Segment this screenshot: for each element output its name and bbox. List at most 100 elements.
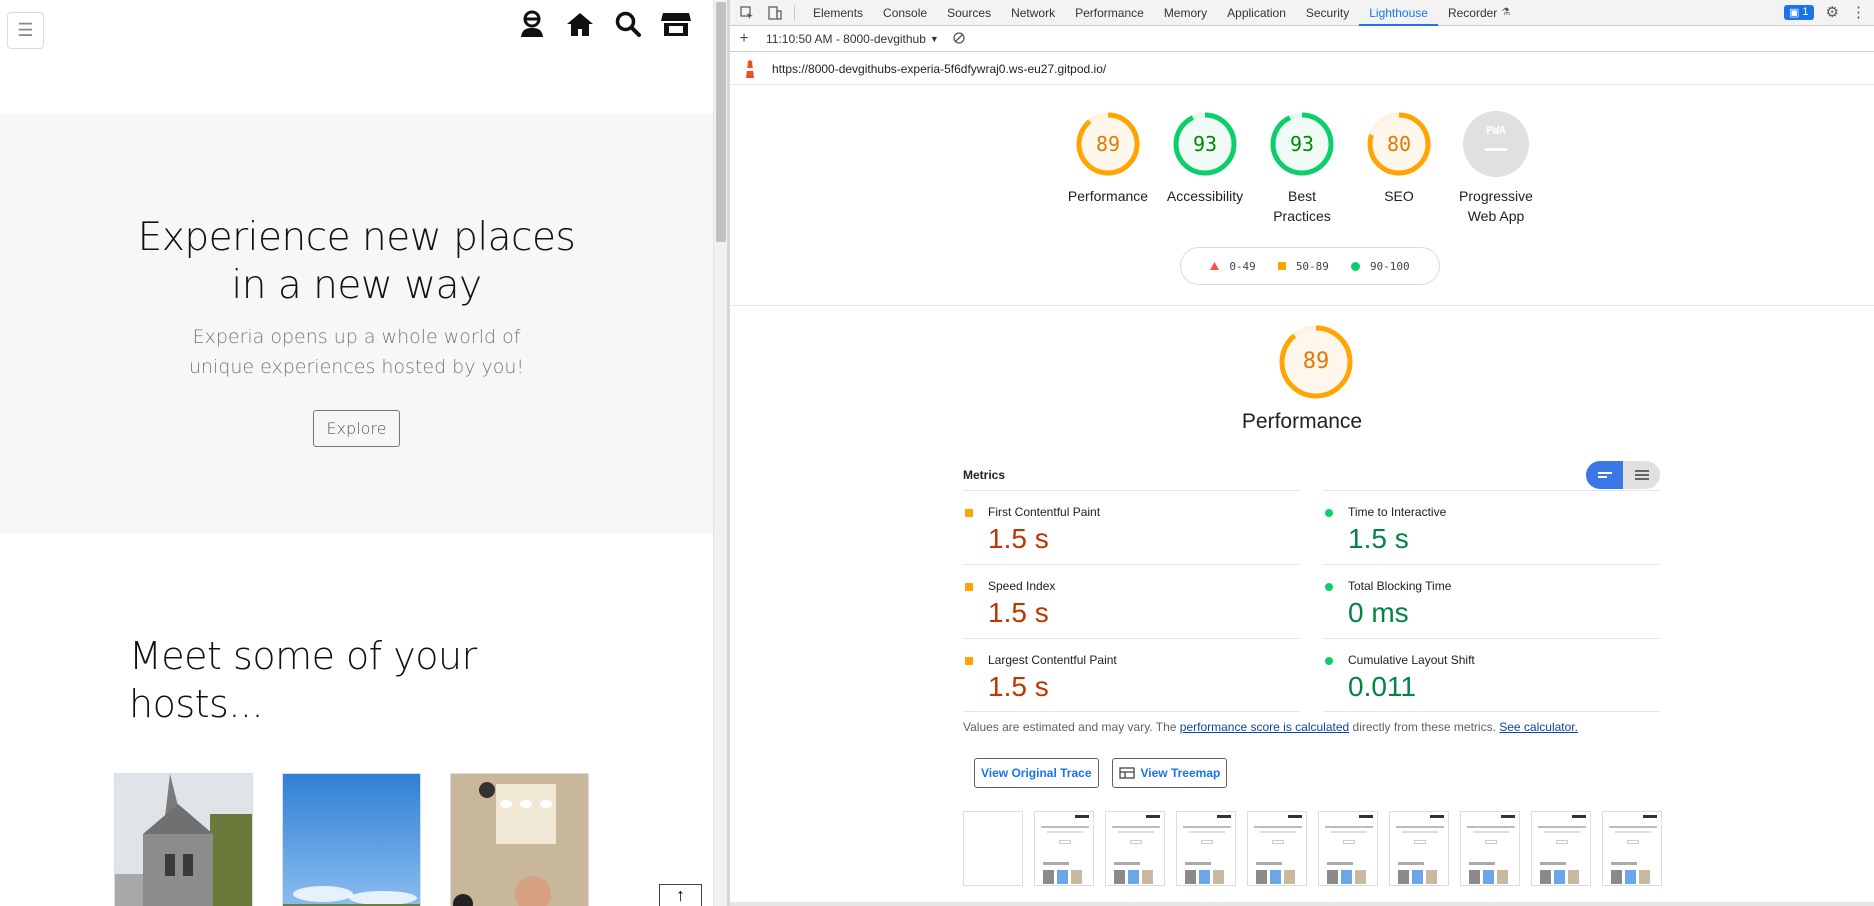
gauge-accessibility[interactable]: 93 Accessibility: [1157, 86, 1254, 226]
tab-performance[interactable]: Performance: [1065, 0, 1154, 26]
settings-gear-icon[interactable]: ⚙: [1826, 3, 1839, 21]
tab-console[interactable]: Console: [873, 0, 937, 26]
treemap-icon: [1118, 767, 1135, 779]
gauge-score-best-practices: 93: [1289, 132, 1315, 156]
explore-button[interactable]: Explore: [313, 410, 400, 447]
view-treemap-button[interactable]: View Treemap: [1111, 758, 1228, 788]
gauge-score-accessibility: 93: [1192, 132, 1218, 156]
site-nav: [517, 9, 691, 39]
hero-title: Experience new places in a new way: [137, 215, 576, 308]
legend-pass: 90-100: [1350, 260, 1410, 273]
legend-average: 50-89: [1277, 260, 1329, 273]
section-divider: [730, 305, 1874, 306]
tab-application[interactable]: Application: [1217, 0, 1296, 26]
inspect-element-icon[interactable]: [736, 2, 758, 24]
gauge-label-performance: Performance: [1067, 188, 1149, 204]
chat-icon: ▣: [1789, 6, 1800, 19]
score-calculated-link[interactable]: performance score is calculated: [1180, 720, 1349, 734]
store-icon[interactable]: [661, 9, 691, 39]
hamburger-menu-button[interactable]: ☰: [7, 12, 44, 49]
pass-circle-icon: [1325, 509, 1333, 517]
metric-total-blocking-time: Total Blocking Time 0 ms: [1323, 564, 1660, 638]
legend-fail: 0-49: [1210, 260, 1256, 273]
back-to-top-button[interactable]: ↑: [659, 884, 702, 906]
gauge-score-seo: 80: [1386, 132, 1412, 156]
view-original-trace-label: View Original Trace: [981, 766, 1092, 780]
user-icon[interactable]: [517, 9, 547, 39]
average-square-icon: [965, 657, 973, 665]
tab-security[interactable]: Security: [1296, 0, 1359, 26]
performance-gauge-large: 89: [1278, 324, 1354, 400]
metric-value: 1.5 s: [1348, 523, 1409, 554]
website-viewport: ☰ Experience new places in a new way Exp…: [0, 0, 713, 906]
tab-network[interactable]: Network: [1001, 0, 1065, 26]
devtools-tabbar: Elements Console Sources Network Perform…: [730, 0, 1874, 26]
metrics-grid: First Contentful Paint 1.5 s Time to Inter…: [963, 490, 1660, 712]
gauge-label-best-practices: Best Practices: [1273, 188, 1331, 224]
host-photo-man[interactable]: [450, 773, 589, 906]
performance-title: Performance: [1241, 410, 1363, 433]
filmstrip-frame: [1034, 811, 1094, 886]
clear-reports-icon[interactable]: [953, 31, 965, 47]
report-url[interactable]: https://8000-devgithubs-experia-5f6dfywr…: [772, 62, 1106, 76]
filmstrip-frame: [1247, 811, 1307, 886]
scrollbar-thumb[interactable]: [716, 2, 726, 242]
legend-fail-label: 0-49: [1229, 259, 1256, 273]
arrow-up-icon: ↑: [676, 885, 685, 905]
pass-circle-icon: [1325, 657, 1333, 665]
filmstrip-frame: [963, 811, 1023, 886]
gauge-label-seo: SEO: [1384, 188, 1414, 204]
report-actions: View Original Trace View Treemap: [974, 758, 1228, 788]
metric-value: 0 ms: [1348, 597, 1409, 628]
devtools-bottom-edge: [730, 902, 1874, 906]
hero-subtitle: Experia opens up a whole world of unique…: [188, 326, 525, 378]
metric-value: 1.5 s: [988, 597, 1049, 628]
filmstrip-frame: [1105, 811, 1165, 886]
metric-value: 0.011: [1348, 671, 1416, 702]
filmstrip-frame: [1389, 811, 1449, 886]
metrics-note: Values are estimated and may vary. The p…: [963, 720, 1723, 734]
note-mid: directly from these metrics.: [1349, 720, 1500, 734]
metric-cumulative-layout-shift: Cumulative Layout Shift 0.011: [1323, 638, 1660, 712]
lighthouse-toolbar: + 11:10:50 AM - 8000-devgithub ▼: [730, 27, 1874, 52]
metric-name: Speed Index: [988, 579, 1056, 593]
score-gauges: 89 Performance 93 Accessibility 93 Best Pract…: [730, 86, 1874, 226]
average-square-icon: [965, 583, 973, 591]
compact-view-button[interactable]: [1586, 461, 1623, 489]
host-photo-sky[interactable]: [282, 773, 421, 906]
report-selector[interactable]: 11:10:50 AM - 8000-devgithub ▼: [766, 32, 939, 46]
metrics-view-toggle[interactable]: [1586, 461, 1660, 489]
filmstrip-frame: [1176, 811, 1236, 886]
triangle-icon: [1210, 262, 1220, 270]
tab-recorder[interactable]: Recorder ⚗: [1438, 0, 1520, 26]
gauge-label-pwa: Progressive Web App: [1459, 188, 1533, 224]
view-original-trace-button[interactable]: View Original Trace: [974, 758, 1099, 788]
view-treemap-label: View Treemap: [1140, 766, 1221, 780]
search-icon[interactable]: [613, 9, 643, 39]
pwa-badge-text: PWA: [1486, 124, 1506, 137]
home-icon[interactable]: [565, 9, 595, 39]
tab-elements[interactable]: Elements: [803, 0, 873, 26]
see-calculator-link[interactable]: See calculator.: [1499, 720, 1578, 734]
gauge-seo[interactable]: 80 SEO: [1351, 86, 1448, 226]
tab-lighthouse[interactable]: Lighthouse: [1359, 0, 1438, 26]
gauge-ring-best-practices: 93: [1269, 111, 1335, 177]
tab-sources[interactable]: Sources: [937, 0, 1001, 26]
gauge-best-practices[interactable]: 93 Best Practices: [1254, 86, 1351, 226]
tab-memory[interactable]: Memory: [1154, 0, 1217, 26]
expanded-view-button[interactable]: [1623, 461, 1660, 489]
host-photo-church[interactable]: [114, 773, 253, 906]
new-report-button[interactable]: +: [734, 30, 754, 48]
issues-badge[interactable]: ▣ 1: [1784, 4, 1814, 20]
filmstrip-frame: [1531, 811, 1591, 886]
metric-value: 1.5 s: [988, 671, 1049, 702]
gauge-pwa[interactable]: PWA Progressive Web App: [1448, 86, 1545, 226]
lighthouse-report: 89 Performance 93 Accessibility 93 Best Pract…: [730, 86, 1874, 906]
gauge-performance[interactable]: 89 Performance: [1060, 86, 1157, 226]
filmstrip: [963, 811, 1663, 886]
site-scrollbar[interactable]: [713, 0, 727, 906]
device-toolbar-icon[interactable]: [764, 2, 786, 24]
more-options-icon[interactable]: ⋮: [1851, 3, 1866, 21]
devtools-right-controls: ▣ 1 ⚙ ⋮: [1784, 3, 1866, 21]
hosts-heading: Meet some of your hosts...: [129, 634, 477, 726]
